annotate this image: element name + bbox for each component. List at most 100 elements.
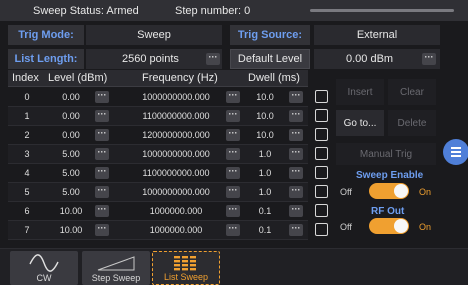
delete-button[interactable]: Delete	[388, 110, 436, 136]
trig-source-select[interactable]: External	[314, 25, 440, 45]
ellipsis-icon[interactable]: ···	[226, 91, 240, 103]
row-checkbox[interactable]	[315, 109, 328, 122]
table-row[interactable]: 6 10.00 ··· 1000000.000 ··· 0.1 ···	[8, 202, 328, 221]
row-checkbox[interactable]	[315, 185, 328, 198]
row-checkbox[interactable]	[315, 128, 328, 141]
tab-list-sweep[interactable]: List Sweep	[152, 251, 220, 285]
row-checkbox[interactable]	[315, 147, 328, 160]
table-row[interactable]: 4 5.00 ··· 1100000000.000 ··· 1.0 ···	[8, 164, 328, 183]
rf-out-toggle[interactable]	[369, 218, 409, 234]
ellipsis-icon[interactable]: ···	[206, 53, 220, 65]
ellipsis-icon[interactable]: ···	[289, 205, 303, 217]
row-dwell: 1.0	[258, 187, 272, 197]
row-dwell: 1.0	[258, 168, 272, 178]
status-bar: Sweep Status: Armed Step number: 0	[0, 0, 468, 22]
ellipsis-icon[interactable]: ···	[95, 167, 109, 179]
table-row[interactable]: 0 0.00 ··· 1000000000.000 ··· 10.0 ···	[8, 88, 328, 107]
table-row[interactable]: 3 5.00 ··· 1000000000.000 ··· 1.0 ···	[8, 145, 328, 164]
ellipsis-icon[interactable]: ···	[95, 205, 109, 217]
row-dwell: 10.0	[256, 92, 274, 102]
ellipsis-icon[interactable]: ···	[226, 129, 240, 141]
row-index: 1	[24, 111, 30, 121]
ellipsis-icon[interactable]: ···	[95, 91, 109, 103]
header-level: Level (dBm)	[48, 72, 108, 84]
trig-mode-select[interactable]: Sweep	[86, 25, 222, 45]
ellipsis-icon[interactable]: ···	[289, 148, 303, 160]
ellipsis-icon[interactable]: ···	[289, 224, 303, 236]
ellipsis-icon[interactable]: ···	[95, 224, 109, 236]
ellipsis-icon[interactable]: ···	[95, 129, 109, 141]
default-level-button[interactable]: Default Level	[230, 49, 310, 69]
goto-button[interactable]: Go to...	[336, 110, 384, 136]
ellipsis-icon[interactable]: ···	[289, 91, 303, 103]
row-checkbox[interactable]	[315, 166, 328, 179]
header-dwell: Dwell (ms)	[248, 72, 300, 84]
row-checkbox[interactable]	[315, 223, 328, 236]
ellipsis-icon[interactable]: ···	[226, 167, 240, 179]
row-level: 5.00	[62, 168, 80, 178]
list-length-value: 2560 points	[122, 53, 179, 65]
step-number: Step number: 0	[175, 5, 251, 17]
rf-out-off-label: Off	[340, 222, 352, 232]
row-frequency: 1200000000.000	[142, 130, 210, 140]
ellipsis-icon[interactable]: ···	[226, 224, 240, 236]
ellipsis-icon[interactable]: ···	[95, 148, 109, 160]
sine-wave-icon	[29, 254, 59, 272]
manual-trig-button[interactable]: Manual Trig	[336, 143, 436, 165]
row-dwell: 0.1	[258, 206, 272, 216]
row-index: 7	[24, 225, 30, 235]
ellipsis-icon[interactable]: ···	[95, 110, 109, 122]
insert-button[interactable]: Insert	[336, 79, 384, 105]
table-row[interactable]: 5 5.00 ··· 1000000000.000 ··· 1.0 ···	[8, 183, 328, 202]
row-checkbox[interactable]	[315, 90, 328, 103]
toggle-knob	[394, 219, 408, 233]
list-length-field[interactable]: 2560 points ···	[86, 49, 222, 69]
row-dwell: 0.1	[258, 225, 272, 235]
row-dwell: 1.0	[258, 149, 272, 159]
ellipsis-icon[interactable]: ···	[289, 186, 303, 198]
table-row[interactable]: 1 0.00 ··· 1100000000.000 ··· 10.0 ···	[8, 107, 328, 126]
ellipsis-icon[interactable]: ···	[226, 205, 240, 217]
table-row[interactable]: 7 10.00 ··· 1000000.000 ··· 0.1 ···	[8, 221, 328, 240]
row-frequency: 1000000000.000	[142, 149, 210, 159]
tab-label: CW	[36, 273, 52, 283]
ramp-icon	[97, 256, 135, 271]
tab-label: Step Sweep	[91, 273, 141, 283]
mode-tab-bar: CW Step Sweep List Sweep	[0, 248, 468, 285]
row-frequency: 1100000000.000	[142, 111, 210, 121]
row-frequency: 1000000.000	[149, 225, 203, 235]
ellipsis-icon[interactable]: ···	[289, 129, 303, 141]
row-index: 4	[24, 168, 30, 178]
header-index: Index	[12, 72, 39, 84]
row-dwell: 10.0	[256, 130, 274, 140]
row-frequency: 1000000000.000	[142, 187, 210, 197]
tab-cw[interactable]: CW	[10, 251, 78, 285]
row-index: 2	[24, 130, 30, 140]
rf-out-on-label: On	[419, 222, 432, 232]
level-field[interactable]: 0.00 dBm ···	[314, 49, 440, 69]
ellipsis-icon[interactable]: ···	[422, 53, 436, 65]
toggle-knob	[394, 184, 408, 198]
hamburger-menu-icon	[451, 147, 461, 149]
hamburger-menu-icon-line	[451, 155, 461, 157]
rf-out-title: RF Out	[371, 206, 405, 217]
row-frequency: 1000000.000	[149, 206, 203, 216]
table-header: Index Level (dBm) Frequency (Hz) Dwell (…	[8, 70, 308, 87]
trig-mode-label: Trig Mode:	[8, 25, 84, 45]
ellipsis-icon[interactable]: ···	[289, 167, 303, 179]
row-checkbox[interactable]	[315, 204, 328, 217]
table-row[interactable]: 2 0.00 ··· 1200000000.000 ··· 10.0 ···	[8, 126, 328, 145]
ellipsis-icon[interactable]: ···	[226, 186, 240, 198]
sweep-enable-toggle[interactable]	[369, 183, 409, 199]
clear-button[interactable]: Clear	[388, 79, 436, 105]
ellipsis-icon[interactable]: ···	[95, 186, 109, 198]
ellipsis-icon[interactable]: ···	[226, 110, 240, 122]
row-level: 0.00	[62, 92, 80, 102]
ellipsis-icon[interactable]: ···	[289, 110, 303, 122]
progress-bar	[310, 9, 454, 12]
trig-source-label: Trig Source:	[230, 25, 310, 45]
menu-button[interactable]	[443, 139, 468, 165]
sweep-enable-off-label: Off	[340, 187, 352, 197]
tab-step-sweep[interactable]: Step Sweep	[82, 251, 150, 285]
ellipsis-icon[interactable]: ···	[226, 148, 240, 160]
